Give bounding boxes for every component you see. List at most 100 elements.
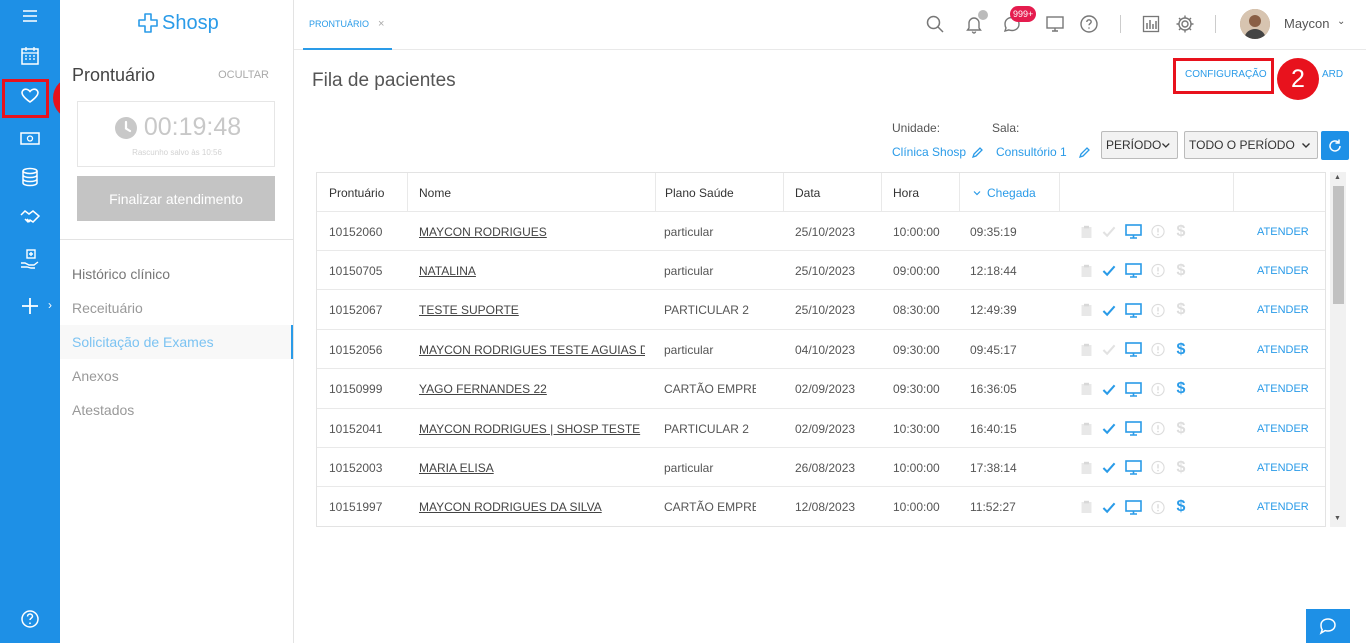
clipboard-icon[interactable] <box>1079 264 1093 278</box>
alert-icon[interactable] <box>1151 264 1165 278</box>
cell-nome[interactable]: MAYCON RODRIGUES | SHOSP TESTE <box>419 409 645 448</box>
clipboard-icon[interactable] <box>1079 500 1093 514</box>
cell-nome[interactable]: TESTE SUPORTE <box>419 291 645 330</box>
patient-name-link[interactable]: MAYCON RODRIGUES DA SILVA <box>419 500 602 514</box>
check-icon[interactable] <box>1102 225 1116 239</box>
table-scrollbar[interactable]: ▲ ▼ <box>1330 172 1346 527</box>
header-prontuario[interactable]: Prontuário <box>329 173 409 212</box>
close-icon[interactable]: × <box>378 18 384 30</box>
chart-icon[interactable] <box>1140 13 1162 35</box>
payment-icon[interactable]: $ <box>1174 380 1188 397</box>
clipboard-icon[interactable] <box>1079 461 1093 475</box>
header-chegada[interactable]: Chegada <box>973 173 1063 212</box>
unidade-value[interactable]: Clínica Shosp <box>892 145 984 159</box>
dashboard-link[interactable]: ARD <box>1322 69 1343 80</box>
alert-icon[interactable] <box>1151 382 1165 396</box>
scroll-up-icon[interactable]: ▲ <box>1334 174 1341 181</box>
payment-icon[interactable]: $ <box>1174 262 1188 279</box>
sala-value[interactable]: Consultório 1 <box>996 145 1091 159</box>
check-icon[interactable] <box>1102 382 1116 396</box>
sidebar-item-anexos[interactable]: Anexos <box>60 359 293 393</box>
clipboard-icon[interactable] <box>1079 303 1093 317</box>
chat-support-button[interactable] <box>1306 609 1350 643</box>
telemedicine-icon[interactable] <box>1125 381 1142 397</box>
atender-button[interactable]: ATENDER <box>1257 291 1317 330</box>
check-icon[interactable] <box>1102 500 1116 514</box>
avatar[interactable] <box>1240 9 1270 39</box>
patient-name-link[interactable]: MAYCON RODRIGUES <box>419 225 547 239</box>
alert-icon[interactable] <box>1151 343 1165 357</box>
check-icon[interactable] <box>1102 343 1116 357</box>
scroll-thumb[interactable] <box>1333 186 1344 304</box>
cell-nome[interactable]: NATALINA <box>419 251 645 290</box>
check-icon[interactable] <box>1102 422 1116 436</box>
sidebar-item-exames[interactable]: Solicitação de Exames <box>60 325 293 359</box>
atender-button[interactable]: ATENDER <box>1257 488 1317 526</box>
menu-icon[interactable] <box>0 0 60 34</box>
clipboard-icon[interactable] <box>1079 225 1093 239</box>
todo-periodo-select[interactable]: TODO O PERÍODO <box>1184 131 1318 159</box>
telemedicine-icon[interactable] <box>1125 224 1142 239</box>
hand-medical-icon[interactable] <box>0 241 60 277</box>
check-icon[interactable] <box>1102 264 1116 278</box>
telemedicine-icon[interactable] <box>1125 263 1142 279</box>
periodo-select[interactable]: PERÍODO <box>1101 131 1178 159</box>
sidebar-item-historico[interactable]: Histórico clínico <box>60 257 293 291</box>
payment-icon[interactable]: $ <box>1174 301 1188 318</box>
alert-icon[interactable] <box>1151 500 1165 514</box>
check-icon[interactable] <box>1102 303 1116 317</box>
help-icon[interactable] <box>1078 13 1100 35</box>
calendar-icon[interactable] <box>0 38 60 74</box>
money-icon[interactable] <box>0 120 60 156</box>
alert-icon[interactable] <box>1151 224 1165 239</box>
plus-icon[interactable]: › <box>0 288 60 324</box>
payment-icon[interactable]: $ <box>1174 498 1188 515</box>
refresh-button[interactable] <box>1321 131 1349 160</box>
brand-logo[interactable]: Shosp <box>136 11 219 35</box>
atender-button[interactable]: ATENDER <box>1257 370 1317 409</box>
database-icon[interactable] <box>0 159 60 195</box>
telemedicine-icon[interactable] <box>1125 342 1142 357</box>
payment-icon[interactable]: $ <box>1174 420 1188 437</box>
atender-button[interactable]: ATENDER <box>1257 330 1317 369</box>
clipboard-icon[interactable] <box>1079 382 1093 396</box>
check-icon[interactable] <box>1102 461 1116 475</box>
telemedicine-icon[interactable] <box>1125 302 1142 318</box>
monitor-icon[interactable] <box>1044 13 1066 35</box>
patient-name-link[interactable]: MAYCON RODRIGUES | SHOSP TESTE <box>419 422 640 436</box>
gear-icon[interactable] <box>1174 13 1196 35</box>
cell-nome[interactable]: MAYCON RODRIGUES <box>419 212 645 251</box>
telemedicine-icon[interactable] <box>1125 499 1142 515</box>
atender-button[interactable]: ATENDER <box>1257 212 1317 251</box>
header-hora[interactable]: Hora <box>893 173 963 212</box>
payment-icon[interactable]: $ <box>1174 459 1188 476</box>
user-name[interactable]: Maycon <box>1284 16 1330 31</box>
patient-name-link[interactable]: YAGO FERNANDES 22 <box>419 382 547 396</box>
atender-button[interactable]: ATENDER <box>1257 251 1317 290</box>
cell-nome[interactable]: MAYCON RODRIGUES TESTE AGUIAS DA ... <box>419 330 645 369</box>
header-nome[interactable]: Nome <box>419 173 649 212</box>
atender-button[interactable]: ATENDER <box>1257 448 1317 487</box>
sidebar-item-atestados[interactable]: Atestados <box>60 393 293 427</box>
patient-name-link[interactable]: TESTE SUPORTE <box>419 303 519 317</box>
alert-icon[interactable] <box>1151 421 1165 436</box>
payment-icon[interactable]: $ <box>1174 341 1188 358</box>
clipboard-icon[interactable] <box>1079 343 1093 357</box>
sidebar-item-receituario[interactable]: Receituário <box>60 291 293 325</box>
patient-name-link[interactable]: MARIA ELISA <box>419 461 494 475</box>
alert-icon[interactable] <box>1151 303 1165 317</box>
header-plano[interactable]: Plano Saúde <box>665 173 775 212</box>
patient-name-link[interactable]: MAYCON RODRIGUES TESTE AGUIAS DA ... <box>419 343 645 357</box>
search-icon[interactable] <box>924 13 946 35</box>
atender-button[interactable]: ATENDER <box>1257 409 1317 448</box>
finalize-button[interactable]: Finalizar atendimento <box>77 176 275 221</box>
patient-name-link[interactable]: NATALINA <box>419 264 476 278</box>
cell-nome[interactable]: YAGO FERNANDES 22 <box>419 370 645 409</box>
pencil-icon[interactable] <box>971 146 984 159</box>
clipboard-icon[interactable] <box>1079 422 1093 436</box>
telemedicine-icon[interactable] <box>1125 421 1142 436</box>
chevron-down-icon[interactable]: ⌄ <box>1337 16 1345 27</box>
hide-sidebar-link[interactable]: OCULTAR <box>218 69 269 81</box>
scroll-down-icon[interactable]: ▼ <box>1334 515 1341 522</box>
alert-icon[interactable] <box>1151 461 1165 475</box>
